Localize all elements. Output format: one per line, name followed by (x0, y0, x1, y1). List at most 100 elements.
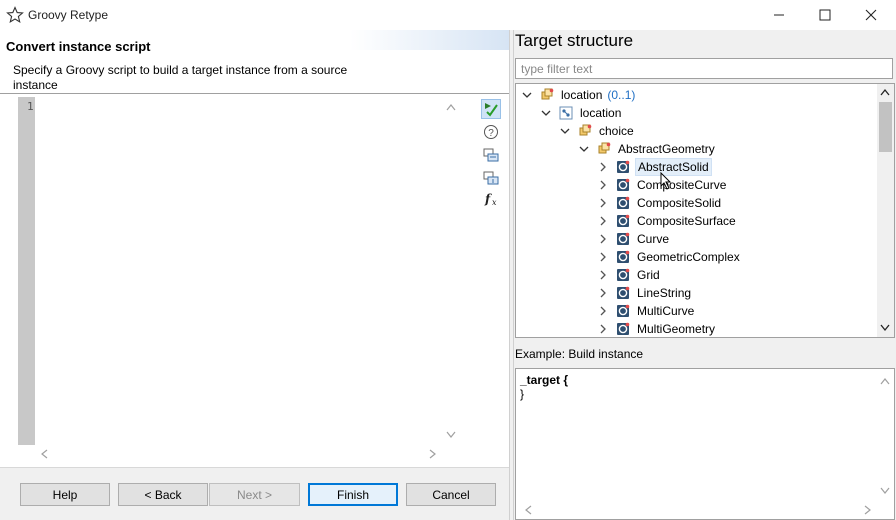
chevron-right-icon[interactable] (597, 161, 609, 173)
geometry-property-icon (616, 178, 630, 192)
geometry-property-icon (616, 304, 630, 318)
minimize-button[interactable] (756, 0, 802, 30)
geometry-property-icon (616, 322, 630, 336)
tree-row[interactable]: CompositeSolid (597, 194, 723, 212)
scroll-up-icon[interactable] (880, 88, 890, 96)
scroll-down-icon[interactable] (880, 324, 890, 332)
chevron-right-icon[interactable] (597, 323, 609, 335)
close-button[interactable] (848, 0, 894, 30)
group-property-icon (540, 88, 554, 102)
tree-item-label: Grid (637, 268, 660, 282)
tree-row[interactable]: MultiGeometry (597, 320, 717, 337)
finish-button[interactable]: Finish (308, 483, 398, 506)
maximize-icon (819, 9, 831, 21)
validate-button[interactable] (481, 99, 501, 119)
line-number: 1 (27, 100, 34, 113)
tree-row[interactable]: CompositeSurface (597, 212, 738, 230)
scroll-left-icon[interactable] (40, 449, 48, 459)
tree-item-label: Curve (637, 232, 670, 246)
function-icon: fx (484, 192, 497, 207)
star-icon (6, 6, 24, 24)
insert-target-button[interactable] (481, 168, 501, 188)
chevron-down-icon[interactable] (559, 125, 571, 137)
tree-item-label: AbstractSolid (635, 158, 712, 176)
chevron-down-icon[interactable] (578, 143, 590, 155)
scroll-up-icon[interactable] (446, 103, 456, 111)
geometry-property-icon (616, 286, 630, 300)
tree-row[interactable]: AbstractGeometry (578, 140, 717, 158)
geometry-property-icon (616, 232, 630, 246)
chevron-right-icon[interactable] (597, 233, 609, 245)
chevron-down-icon[interactable] (540, 107, 552, 119)
scroll-down-icon[interactable] (880, 487, 890, 495)
cardinality-label: (0..1) (607, 88, 636, 102)
svg-text:?: ? (488, 128, 494, 139)
insert-target-icon (483, 171, 499, 185)
filter-input[interactable]: type filter text (515, 58, 893, 79)
geometry-property-icon (616, 268, 630, 282)
geometry-property-icon (616, 250, 630, 264)
chevron-right-icon[interactable] (597, 197, 609, 209)
tree-row[interactable]: choice (559, 122, 636, 140)
chevron-right-icon[interactable] (597, 269, 609, 281)
script-editor[interactable]: 1 (18, 97, 461, 445)
tree-item-label: CompositeCurve (637, 178, 727, 192)
example-code-box: _target { } (515, 368, 895, 520)
tree-item-label: AbstractGeometry (618, 142, 715, 156)
tree-item-label: CompositeSolid (637, 196, 722, 210)
target-structure-panel: Target structure type filter text locati… (514, 30, 896, 520)
tree-item-label: choice (599, 124, 634, 138)
tree-row[interactable]: GeometricComplex (597, 248, 742, 266)
header-separator (0, 93, 510, 94)
back-button[interactable]: < Back (118, 483, 208, 506)
chevron-right-icon[interactable] (597, 251, 609, 263)
tree-row[interactable]: LineString (597, 284, 693, 302)
minimize-icon (774, 14, 784, 16)
help-wizard-button[interactable]: Help (20, 483, 110, 506)
tree-item-label: MultiGeometry (637, 322, 716, 336)
chevron-down-icon[interactable] (521, 89, 533, 101)
tree-row[interactable]: Grid (597, 266, 662, 284)
function-button[interactable]: fx (481, 189, 501, 209)
example-line-2: } (520, 387, 525, 401)
tree-row[interactable]: AbstractSolid (597, 158, 712, 176)
scroll-up-icon[interactable] (880, 377, 890, 385)
mouse-cursor-icon (660, 171, 672, 193)
tree-scrollbar[interactable] (877, 84, 894, 337)
chevron-right-icon[interactable] (597, 287, 609, 299)
tree-row[interactable]: location (540, 104, 623, 122)
scroll-right-icon[interactable] (864, 505, 872, 515)
title-bar: Groovy Retype (0, 0, 896, 30)
geometry-property-icon (616, 160, 630, 174)
scroll-left-icon[interactable] (524, 505, 532, 515)
maximize-button[interactable] (802, 0, 848, 30)
target-tree[interactable]: location (0..1) location choice AbstractGeom… (515, 83, 895, 338)
tree-row[interactable]: MultiCurve (597, 302, 696, 320)
close-icon (865, 9, 877, 21)
svg-text:f: f (484, 192, 492, 206)
window-title: Groovy Retype (28, 8, 109, 22)
wizard-header: Convert instance script Specify a Groovy… (0, 30, 510, 93)
validate-icon (485, 103, 498, 117)
tree-item-label: GeometricComplex (637, 250, 740, 264)
group-property-icon (578, 124, 592, 138)
tree-item-label: CompositeSurface (637, 214, 736, 228)
next-button[interactable]: Next > (209, 483, 300, 506)
insert-source-icon (483, 148, 499, 162)
tree-item-label: location (561, 88, 603, 102)
tree-item-label: LineString (637, 286, 692, 300)
page-title: Convert instance script (6, 39, 151, 54)
cancel-button[interactable]: Cancel (406, 483, 496, 506)
scroll-right-icon[interactable] (429, 449, 437, 459)
help-button[interactable]: ? (481, 122, 501, 142)
panel-title: Target structure (515, 31, 634, 50)
tree-row[interactable]: location (0..1) (521, 86, 635, 104)
chevron-right-icon[interactable] (597, 305, 609, 317)
help-icon: ? (484, 125, 498, 139)
scroll-down-icon[interactable] (446, 431, 456, 439)
chevron-right-icon[interactable] (597, 179, 609, 191)
insert-source-button[interactable] (481, 145, 501, 165)
scroll-thumb[interactable] (879, 102, 892, 152)
tree-row[interactable]: Curve (597, 230, 671, 248)
chevron-right-icon[interactable] (597, 215, 609, 227)
